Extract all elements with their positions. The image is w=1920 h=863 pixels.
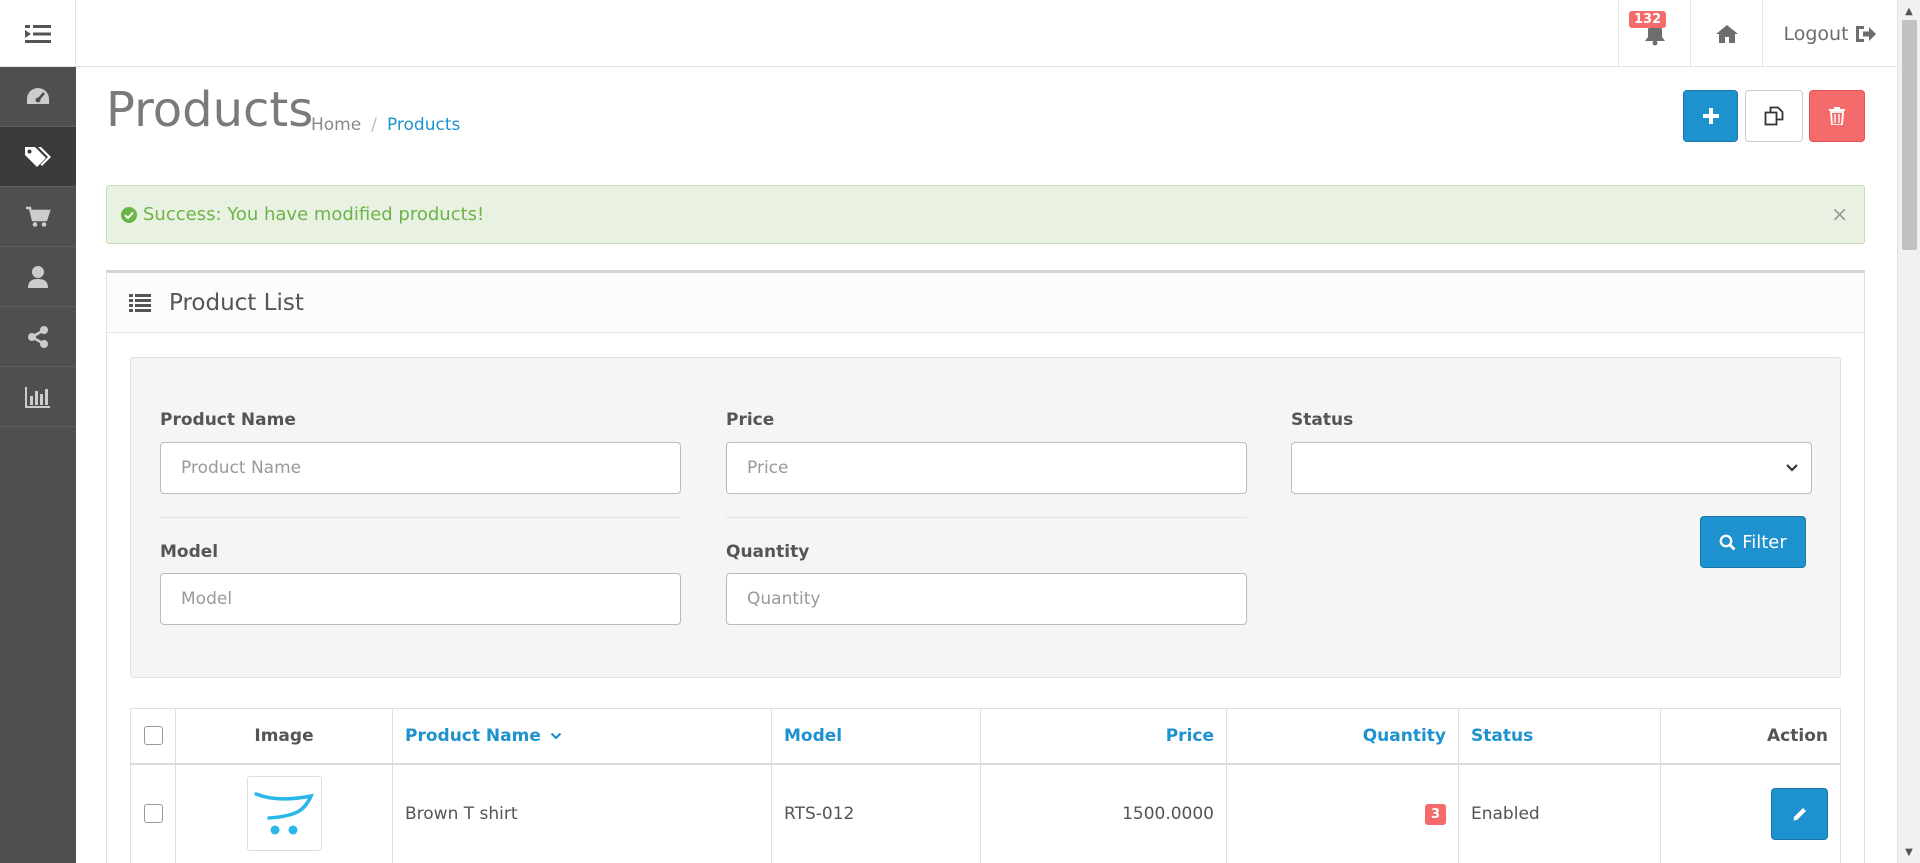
add-new-button[interactable] — [1683, 90, 1738, 142]
check-circle-icon — [121, 206, 137, 223]
product-model-cell: RTS-012 — [771, 763, 981, 863]
dashboard-icon — [27, 87, 49, 104]
breadcrumb-separator: / — [371, 115, 377, 135]
scroll-down-arrow[interactable]: ▼ — [1898, 843, 1920, 861]
chevron-down-icon — [550, 732, 562, 740]
sidebar-item-catalog[interactable] — [0, 127, 76, 187]
sidebar-item-customers[interactable] — [0, 247, 76, 307]
product-list-panel: Product List Product Name Price Status M… — [106, 270, 1865, 863]
sidebar — [0, 67, 76, 863]
sort-product-name-link[interactable]: Product Name — [405, 726, 541, 746]
notification-count-badge: 132 — [1629, 11, 1667, 28]
panel-title: Product List — [169, 289, 304, 316]
status-label: Status — [1291, 410, 1354, 430]
product-name-label: Product Name — [160, 410, 296, 430]
column-action: Action — [1660, 708, 1841, 765]
product-quantity-cell: 3 — [1226, 763, 1459, 863]
select-all-cell — [130, 708, 176, 765]
sign-out-icon — [1855, 25, 1876, 42]
price-input[interactable] — [726, 442, 1247, 494]
cart-icon — [26, 206, 51, 227]
top-header: 132 Logout — [0, 0, 1897, 67]
column-image: Image — [175, 708, 393, 765]
logout-button[interactable]: Logout — [1762, 0, 1897, 67]
header-nav: 132 Logout — [1618, 0, 1897, 67]
breadcrumb-home-link[interactable]: Home — [311, 115, 361, 135]
notifications-button[interactable]: 132 — [1618, 0, 1690, 67]
table-row: Brown T shirt RTS-012 1500.0000 3 Enable… — [130, 763, 1841, 863]
select-all-checkbox[interactable] — [143, 726, 163, 746]
panel-heading: Product List — [107, 273, 1864, 333]
breadcrumb: Home / Products — [311, 115, 460, 135]
table-header-row: Image Product Name Model Price Quantity — [130, 708, 1841, 765]
scroll-thumb[interactable] — [1902, 20, 1917, 250]
product-name-cell: Brown T shirt — [392, 763, 772, 863]
pencil-icon — [1793, 807, 1806, 821]
status-select[interactable] — [1291, 442, 1812, 494]
tags-icon — [25, 146, 51, 167]
search-icon — [1719, 534, 1736, 550]
divider — [726, 517, 1247, 518]
plus-icon — [1702, 108, 1719, 124]
copy-button[interactable] — [1745, 90, 1803, 142]
row-select-cell — [130, 763, 176, 863]
quantity-label: Quantity — [726, 542, 810, 562]
sort-quantity-link[interactable]: Quantity — [1363, 726, 1446, 746]
product-action-cell — [1660, 763, 1841, 863]
filter-section: Product Name Price Status Model Quantity… — [130, 357, 1841, 678]
sidebar-item-marketing[interactable] — [0, 307, 76, 367]
price-label: Price — [726, 410, 775, 430]
model-input[interactable] — [160, 573, 681, 625]
menu-indent-icon — [24, 24, 51, 43]
product-price-cell: 1500.0000 — [980, 763, 1227, 863]
menu-toggle-button[interactable] — [0, 0, 76, 67]
quantity-input[interactable] — [726, 573, 1247, 625]
product-name-input[interactable] — [160, 442, 681, 494]
alert-message: Success: You have modified products! — [143, 204, 485, 225]
filter-button-label: Filter — [1742, 531, 1787, 553]
trash-icon — [1829, 107, 1845, 125]
scroll-up-arrow[interactable]: ▲ — [1898, 2, 1920, 20]
sidebar-item-reports[interactable] — [0, 367, 76, 427]
sort-model-link[interactable]: Model — [784, 726, 842, 746]
product-thumbnail[interactable] — [246, 776, 322, 852]
sidebar-item-dashboard[interactable] — [0, 67, 76, 127]
filter-button[interactable]: Filter — [1700, 516, 1806, 568]
alert-close-button[interactable]: × — [1831, 204, 1848, 224]
list-icon — [129, 293, 151, 312]
home-button[interactable] — [1690, 0, 1762, 67]
divider — [160, 517, 681, 518]
success-alert: Success: You have modified products! × — [106, 185, 1865, 244]
share-icon — [28, 325, 48, 348]
chevron-down-icon — [1786, 464, 1798, 472]
sort-price-link[interactable]: Price — [1166, 726, 1214, 746]
cart-logo-icon — [254, 792, 314, 835]
delete-button[interactable] — [1809, 90, 1865, 142]
column-model[interactable]: Model — [771, 708, 981, 765]
page-scrollbar[interactable]: ▲ ▼ — [1897, 0, 1920, 863]
breadcrumb-products-link[interactable]: Products — [387, 115, 460, 135]
bar-chart-icon — [25, 386, 50, 408]
home-icon — [1715, 24, 1738, 43]
model-label: Model — [160, 542, 219, 562]
column-product-name[interactable]: Product Name — [392, 708, 772, 765]
row-checkbox[interactable] — [143, 804, 163, 824]
column-price[interactable]: Price — [980, 708, 1227, 765]
product-status-cell: Enabled — [1458, 763, 1661, 863]
column-status[interactable]: Status — [1458, 708, 1661, 765]
product-image-cell — [175, 763, 393, 863]
quantity-badge: 3 — [1424, 803, 1446, 825]
column-quantity[interactable]: Quantity — [1226, 708, 1459, 765]
edit-button[interactable] — [1771, 787, 1828, 840]
sidebar-item-sales[interactable] — [0, 187, 76, 247]
copy-icon — [1764, 106, 1784, 126]
sort-status-link[interactable]: Status — [1471, 726, 1533, 746]
user-icon — [28, 265, 48, 288]
logout-label: Logout — [1783, 22, 1849, 45]
page-title: Products — [106, 82, 314, 138]
product-table: Image Product Name Model Price Quantity — [130, 708, 1841, 863]
